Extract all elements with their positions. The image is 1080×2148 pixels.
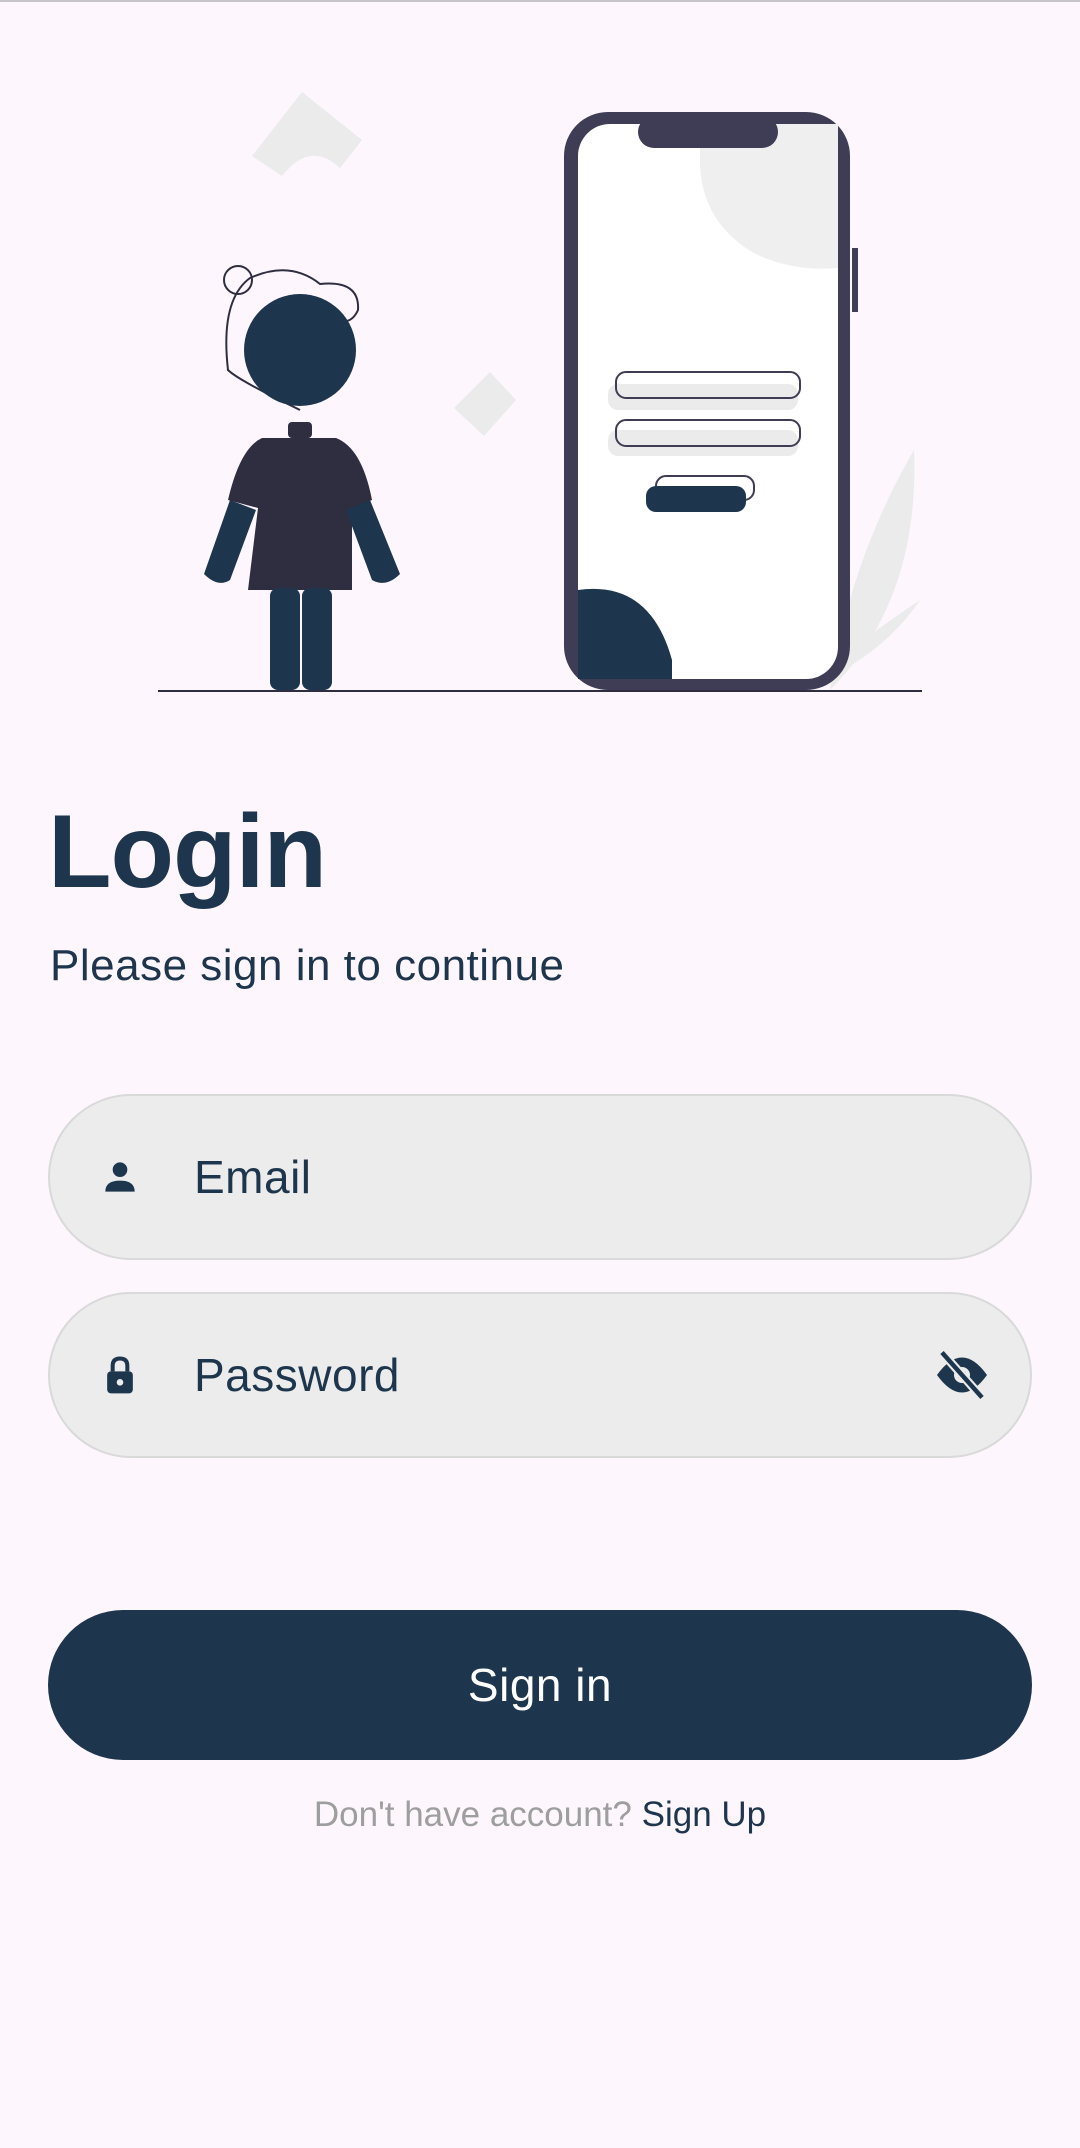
no-account-text: Don't have account?	[313, 1795, 632, 1834]
decor-shape	[454, 372, 516, 436]
password-placeholder: Password	[194, 1349, 400, 1401]
person-icon	[105, 1162, 135, 1192]
decor-shape	[252, 92, 362, 176]
email-placeholder: Email	[194, 1151, 312, 1203]
person-head	[244, 294, 356, 406]
sign-in-button[interactable]: Sign in	[48, 1610, 1032, 1760]
sign-up-link[interactable]: Sign Up	[642, 1795, 767, 1834]
page-title: Login	[48, 794, 327, 910]
login-illustration	[158, 92, 922, 692]
signup-prompt: Don't have account? Sign Up	[0, 1795, 1080, 1835]
page-subtitle: Please sign in to continue	[50, 941, 565, 990]
email-field[interactable]: Email	[48, 1094, 1032, 1260]
lock-icon	[107, 1356, 133, 1394]
password-field[interactable]: Password	[48, 1292, 1032, 1458]
eye-off-icon[interactable]	[932, 1345, 992, 1405]
